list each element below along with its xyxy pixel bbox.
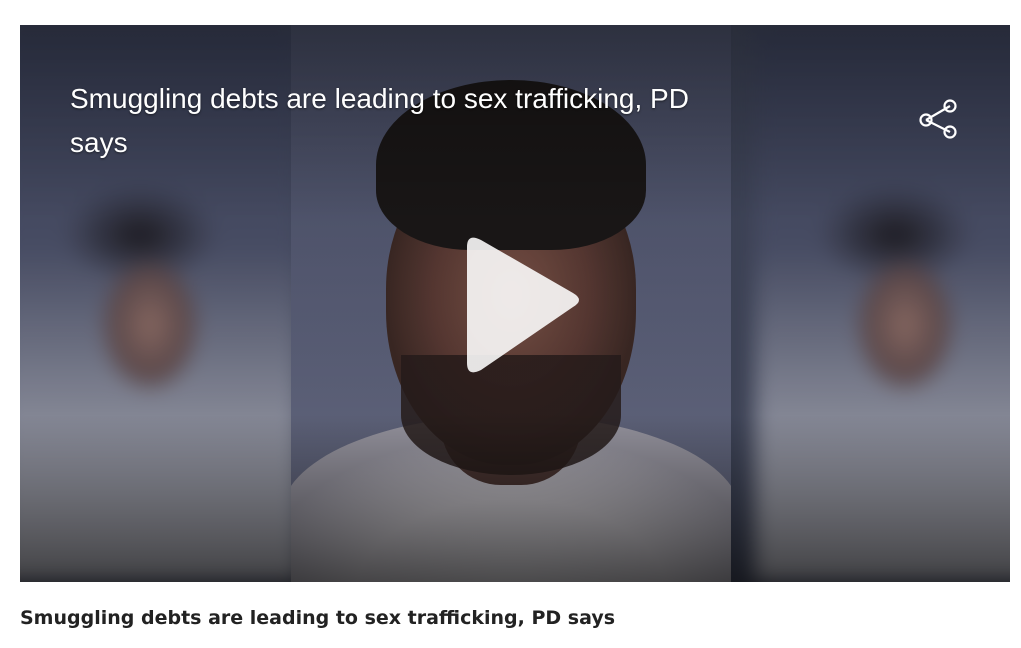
share-icon (919, 99, 957, 139)
video-caption[interactable]: Smuggling debts are leading to sex traff… (20, 607, 615, 629)
video-title: Smuggling debts are leading to sex traff… (70, 83, 689, 158)
play-icon (467, 237, 579, 373)
play-button[interactable] (445, 225, 595, 385)
video-player[interactable]: Smuggling debts are leading to sex traff… (20, 25, 1010, 582)
share-button[interactable] (913, 95, 963, 145)
